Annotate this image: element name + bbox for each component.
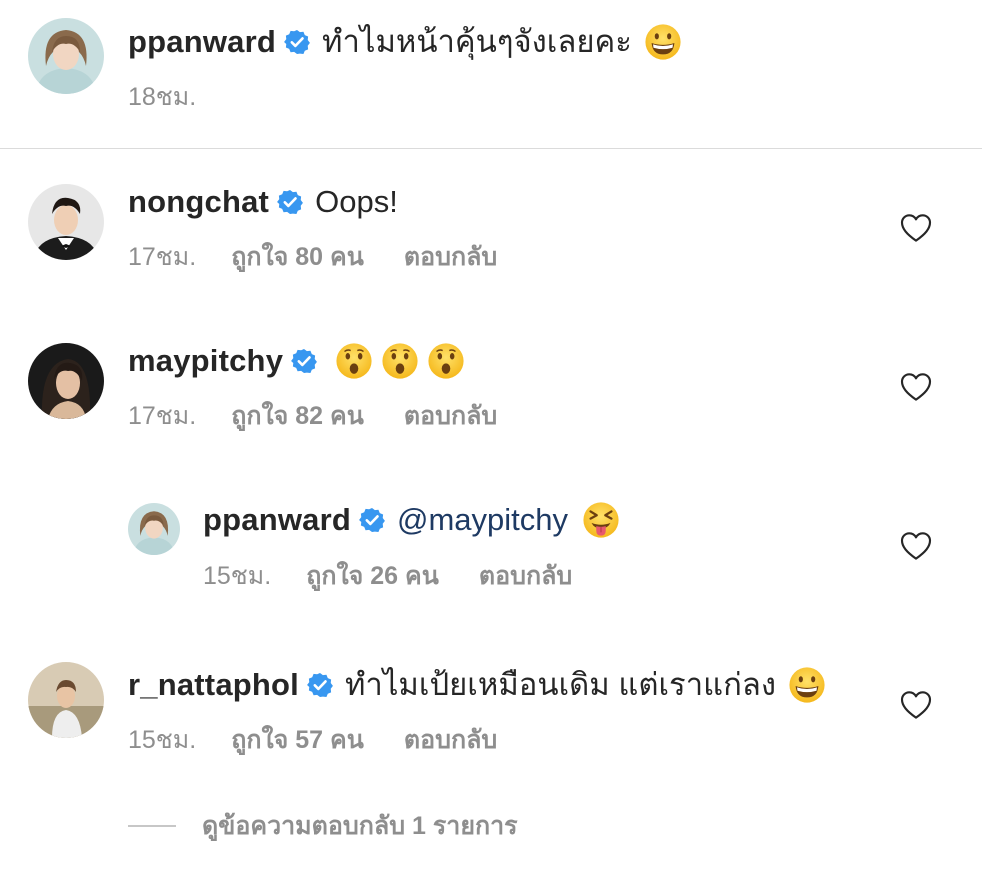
- caption-timestamp: 18ชม.: [128, 83, 197, 111]
- comment-item: maypitchy 17ชม. ถูกใจ 82 คน ตอบกลับ: [0, 327, 982, 437]
- reply-button[interactable]: ตอบกลับ: [404, 241, 497, 273]
- avatar[interactable]: [28, 184, 104, 260]
- comment-item: r_nattaphol ทำไมเป้ยเหมือนเดิม แต่เราแก่…: [0, 650, 982, 760]
- verified-badge-icon: [277, 189, 303, 215]
- reply-item: ppanward @maypitchy 15ชม. ถูกใจ 26 คน ตอ…: [0, 487, 982, 597]
- grinning-face-emoji-icon: [644, 23, 682, 61]
- reply-button[interactable]: ตอบกลับ: [479, 560, 572, 592]
- heart-outline-icon[interactable]: [900, 690, 932, 720]
- reply-button[interactable]: ตอบกลับ: [404, 724, 497, 756]
- verified-badge-icon: [291, 348, 317, 374]
- comment-text: ทำไมเป้ยเหมือนเดิม แต่เราแก่ลง: [345, 667, 777, 702]
- heart-outline-icon[interactable]: [900, 531, 932, 561]
- comment-item: nongchat Oops! 17ชม. ถูกใจ 80 คน ตอบกลับ: [0, 168, 982, 278]
- comment-likes[interactable]: ถูกใจ 82 คน: [231, 400, 364, 432]
- comment-timestamp: 17ชม.: [128, 402, 197, 430]
- hushed-face-emoji-icon: [335, 342, 373, 380]
- avatar[interactable]: [28, 18, 104, 94]
- heart-outline-icon[interactable]: [900, 372, 932, 402]
- mention-link[interactable]: @maypitchy: [397, 500, 568, 540]
- hushed-face-emoji-icon: [381, 342, 419, 380]
- comment-timestamp: 17ชม.: [128, 243, 197, 271]
- comment-username[interactable]: r_nattaphol: [128, 665, 299, 705]
- comment-likes[interactable]: ถูกใจ 26 คน: [306, 560, 439, 592]
- comment-username[interactable]: nongchat: [128, 182, 269, 222]
- grinning-face-emoji-icon: [788, 666, 826, 704]
- view-replies-label: ดูข้อความตอบกลับ 1 รายการ: [202, 812, 518, 840]
- reply-button[interactable]: ตอบกลับ: [404, 400, 497, 432]
- comment-timestamp: 15ชม.: [203, 562, 272, 590]
- comment-username[interactable]: ppanward: [203, 500, 351, 540]
- avatar[interactable]: [128, 503, 180, 555]
- post-caption: ppanward ทำไมหน้าคุ้นๆจังเลยคะ 18ชม.: [0, 0, 982, 149]
- avatar[interactable]: [28, 662, 104, 738]
- comment-likes[interactable]: ถูกใจ 57 คน: [231, 724, 364, 756]
- comment-username[interactable]: maypitchy: [128, 341, 283, 381]
- comment-likes[interactable]: ถูกใจ 80 คน: [231, 241, 364, 273]
- verified-badge-icon: [307, 672, 333, 698]
- comment-text: Oops!: [315, 184, 398, 219]
- avatar[interactable]: [28, 343, 104, 419]
- view-replies-button[interactable]: ดูข้อความตอบกลับ 1 รายการ: [128, 808, 518, 844]
- divider-line: [128, 825, 176, 827]
- hushed-face-emoji-icon: [427, 342, 465, 380]
- caption-text: ทำไมหน้าคุ้นๆจังเลยคะ: [322, 24, 632, 59]
- caption-username[interactable]: ppanward: [128, 22, 276, 62]
- verified-badge-icon: [359, 507, 385, 533]
- squinting-tongue-face-emoji-icon: [582, 501, 620, 539]
- comment-timestamp: 15ชม.: [128, 726, 197, 754]
- heart-outline-icon[interactable]: [900, 213, 932, 243]
- verified-badge-icon: [284, 29, 310, 55]
